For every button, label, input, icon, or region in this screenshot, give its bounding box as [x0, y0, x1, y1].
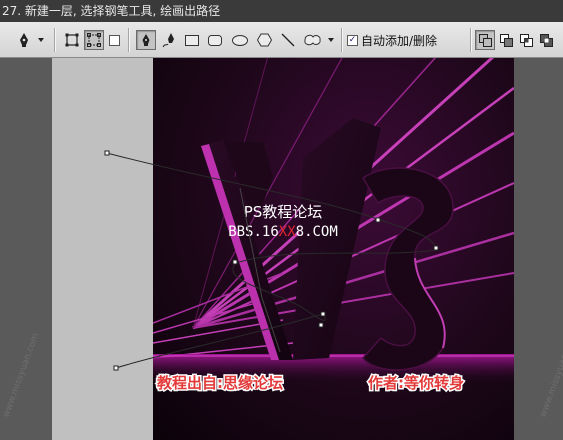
rectangle-icon — [185, 34, 199, 46]
path-anchor-points — [104, 150, 439, 371]
ellipse-icon — [232, 34, 248, 46]
line-icon — [281, 33, 295, 47]
anchor-point[interactable] — [232, 259, 238, 265]
canvas-area[interactable]: PS教程论坛 BBS.16XX8.COM 教程出自:思缘论坛 作者:等你转身 w… — [0, 58, 563, 440]
anchor-point[interactable] — [320, 311, 326, 317]
svg-text:www.missyuan.com: www.missyuan.com — [1, 332, 41, 419]
shape-options-dropdown[interactable] — [326, 29, 336, 51]
tutorial-step-title: 27. 新建一层, 选择钢笔工具, 绘画出路径 — [0, 0, 563, 22]
polygon-tool-button[interactable] — [255, 29, 273, 51]
anchor-point[interactable] — [113, 365, 119, 371]
freeform-pen-button[interactable] — [160, 29, 180, 51]
subtract-from-path-button[interactable] — [497, 29, 515, 51]
pen-path-overlay: www.missyuan.com www.missyuan.com — [1, 150, 563, 419]
ellipse-tool-button[interactable] — [230, 29, 250, 51]
auto-add-delete-option[interactable]: ✓ 自动添加/删除 — [347, 29, 467, 51]
shape-layers-icon — [62, 30, 82, 50]
chevron-down-icon[interactable] — [36, 29, 46, 51]
shape-layers-button[interactable] — [62, 29, 82, 51]
freeform-pen-icon — [162, 33, 174, 48]
exclude-overlap-icon — [539, 33, 553, 47]
anchor-point[interactable] — [318, 322, 324, 328]
site-watermark: www.missyuan.com www.missyuan.com — [1, 332, 563, 419]
toolbar-divider — [54, 28, 56, 52]
add-to-path-icon — [475, 30, 495, 50]
tool-options-bar: ✓ 自动添加/删除 — [0, 22, 563, 58]
polygon-icon — [256, 33, 272, 47]
fill-pixels-button[interactable] — [106, 29, 122, 51]
rectangle-tool-button[interactable] — [183, 29, 201, 51]
pen-icon — [136, 30, 156, 50]
paths-button[interactable] — [84, 29, 104, 51]
custom-shape-icon — [304, 34, 321, 46]
svg-text:www.missyuan.com: www.missyuan.com — [538, 332, 563, 419]
fill-pixels-icon — [108, 34, 120, 46]
pen-icon[interactable] — [12, 29, 36, 51]
exclude-overlap-button[interactable] — [537, 29, 555, 51]
rounded-rectangle-tool-button[interactable] — [206, 29, 224, 51]
intersect-path-button[interactable] — [517, 29, 535, 51]
intersect-path-icon — [519, 33, 533, 47]
anchor-point[interactable] — [104, 150, 110, 156]
add-to-path-button[interactable] — [475, 29, 495, 51]
anchor-point[interactable] — [375, 217, 381, 223]
toolbar-divider — [128, 28, 130, 52]
toolbar-divider — [470, 28, 472, 52]
paths-icon — [84, 30, 104, 50]
rounded-rectangle-icon — [208, 34, 222, 46]
line-tool-button[interactable] — [279, 29, 297, 51]
auto-add-delete-label: 自动添加/删除 — [361, 33, 438, 48]
auto-add-delete-checkbox[interactable]: ✓ — [347, 34, 358, 46]
anchor-point[interactable] — [433, 245, 439, 251]
subtract-from-path-icon — [499, 33, 513, 47]
toolbar-divider — [341, 28, 343, 52]
chevron-down-icon — [328, 38, 334, 42]
pen-tool-button[interactable] — [136, 29, 156, 51]
custom-shape-tool-button[interactable] — [302, 29, 324, 51]
work-path — [106, 152, 437, 369]
